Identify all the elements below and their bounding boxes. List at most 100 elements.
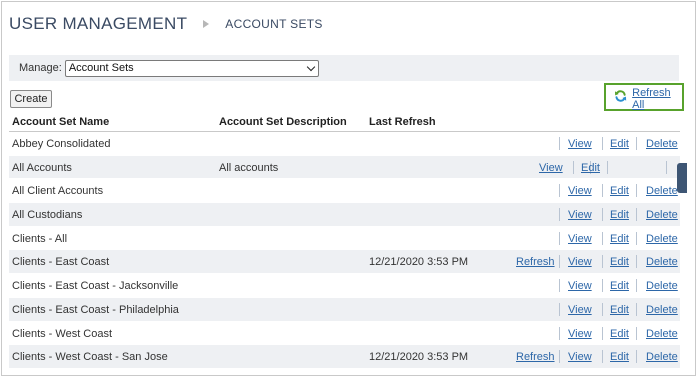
link-separator: [559, 302, 560, 316]
table-row: Clients - East Coast - Jacksonville View E…: [9, 274, 680, 298]
link-separator: [602, 279, 603, 293]
refresh-arrows-icon: [614, 89, 627, 102]
account-set-name: Clients - West Coast - San Jose: [12, 351, 168, 364]
delete-link[interactable]: Delete: [646, 233, 678, 245]
table-row: Clients - West Coast View Edit Delete: [9, 322, 680, 346]
last-refresh-time: 12/21/2020 3:53 PM: [369, 256, 469, 269]
link-separator: [602, 350, 603, 364]
last-refresh-time: 12/21/2020 3:53 PM: [369, 351, 469, 364]
link-separator: [602, 255, 603, 269]
account-sets-table: Abbey Consolidated View Edit Delete All Acco…: [9, 132, 680, 369]
manage-select[interactable]: Account Sets: [64, 59, 319, 77]
link-separator: [602, 208, 603, 222]
view-link[interactable]: View: [539, 162, 563, 174]
view-link[interactable]: View: [568, 138, 592, 150]
link-separator: [559, 279, 560, 293]
link-separator: [559, 184, 560, 198]
link-separator: [602, 137, 603, 150]
edit-link[interactable]: Edit: [610, 328, 629, 340]
account-set-description: All accounts: [219, 161, 279, 174]
account-set-name: Clients - All: [12, 232, 68, 245]
link-separator: [602, 326, 603, 340]
link-separator: [559, 137, 560, 150]
edit-link[interactable]: Edit: [610, 351, 629, 363]
edit-link[interactable]: Edit: [610, 256, 629, 268]
table-row: Clients - West Coast - San Jose 12/21/202…: [9, 345, 680, 369]
column-header-last-refresh: Last Refresh: [369, 116, 436, 128]
link-separator: [636, 231, 637, 245]
create-button[interactable]: Create: [10, 90, 52, 108]
delete-link[interactable]: Delete: [646, 256, 678, 268]
link-separator: [636, 255, 637, 269]
chevron-down-icon: [306, 62, 316, 71]
delete-link[interactable]: Delete: [646, 304, 678, 316]
account-set-name: All Client Accounts: [12, 185, 104, 198]
edit-link[interactable]: Edit: [610, 138, 629, 150]
view-link[interactable]: View: [568, 256, 592, 268]
breadcrumb[interactable]: ACCOUNT SETS: [225, 17, 322, 31]
link-separator: [602, 184, 603, 198]
page-title: USER MANAGEMENT: [9, 14, 188, 33]
link-separator: [559, 326, 560, 340]
edit-link[interactable]: Edit: [610, 185, 629, 197]
delete-link[interactable]: Delete: [646, 138, 678, 150]
manage-bar: Manage: Account Sets: [9, 55, 679, 81]
link-separator: [636, 279, 637, 293]
account-sets-panel: USER MANAGEMENT ACCOUNT SETS Manage: Acc…: [1, 1, 696, 376]
account-set-name: All Accounts: [12, 161, 72, 174]
refresh-link[interactable]: Refresh: [516, 351, 555, 363]
account-set-name: Clients - West Coast: [12, 327, 113, 340]
table-header: Account Set Name Account Set Description…: [9, 113, 680, 132]
link-separator: [559, 231, 560, 245]
link-separator: [636, 302, 637, 316]
view-link[interactable]: View: [568, 185, 592, 197]
table-row: Abbey Consolidated View Edit Delete: [9, 132, 680, 156]
refresh-all-button[interactable]: Refresh All: [604, 83, 684, 111]
view-link[interactable]: View: [568, 280, 592, 292]
link-separator: [636, 184, 637, 198]
link-separator: [559, 208, 560, 222]
table-row: All Client Accounts View Edit Delete: [9, 179, 680, 204]
link-separator: [602, 231, 603, 245]
link-separator: [559, 255, 560, 269]
edit-link[interactable]: Edit: [610, 233, 629, 245]
edit-link[interactable]: Edit: [610, 280, 629, 292]
edit-link[interactable]: Edit: [610, 209, 629, 221]
view-link[interactable]: View: [568, 233, 592, 245]
table-row: Clients - East Coast - Philadelphia View E…: [9, 297, 680, 322]
delete-link[interactable]: Delete: [646, 209, 678, 221]
delete-link[interactable]: Delete: [646, 328, 678, 340]
delete-link[interactable]: Delete: [646, 280, 678, 292]
link-separator: [559, 350, 560, 364]
column-header-name: Account Set Name: [12, 116, 110, 128]
view-link[interactable]: View: [568, 304, 592, 316]
breadcrumb-arrow-icon: [203, 20, 210, 28]
link-separator: [607, 160, 608, 174]
account-set-name: Abbey Consolidated: [12, 138, 111, 150]
refresh-link[interactable]: Refresh: [516, 256, 555, 268]
manage-select-value: Account Sets: [68, 62, 134, 74]
table-row: Clients - East Coast 12/21/2020 3:53 PM Re…: [9, 250, 680, 275]
link-separator: [636, 326, 637, 340]
refresh-all-label: Refresh All: [632, 87, 671, 111]
view-link[interactable]: View: [568, 328, 592, 340]
account-set-name: Clients - East Coast - Philadelphia: [12, 303, 179, 316]
edit-link[interactable]: Edit: [610, 304, 629, 316]
link-separator: [666, 160, 667, 174]
edit-link[interactable]: Edit: [581, 162, 600, 174]
side-panel-tab[interactable]: [677, 163, 687, 193]
column-header-description: Account Set Description: [219, 116, 347, 128]
table-row: Clients - All View Edit Delete: [9, 227, 680, 251]
view-link[interactable]: View: [568, 351, 592, 363]
delete-link[interactable]: Delete: [646, 185, 678, 197]
link-separator: [636, 350, 637, 364]
page-header: USER MANAGEMENT ACCOUNT SETS: [9, 12, 323, 36]
link-separator: [602, 302, 603, 316]
table-row: All Accounts All accounts View Edit: [9, 155, 680, 180]
link-separator: [636, 137, 637, 150]
table-row: All Custodians View Edit Delete: [9, 203, 680, 227]
link-separator: [636, 208, 637, 222]
account-set-name: All Custodians: [12, 209, 83, 222]
view-link[interactable]: View: [568, 209, 592, 221]
delete-link[interactable]: Delete: [646, 351, 678, 363]
